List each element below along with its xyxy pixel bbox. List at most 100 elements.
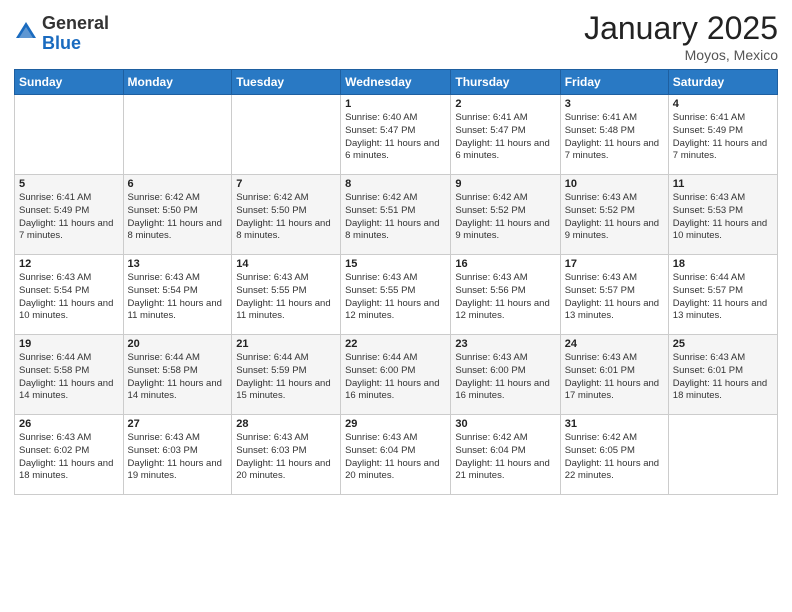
day-number: 10	[565, 178, 664, 190]
day-number: 14	[236, 258, 336, 270]
calendar-cell	[15, 95, 124, 175]
day-info: Sunrise: 6:44 AM Sunset: 6:00 PM Dayligh…	[345, 352, 446, 403]
day-number: 19	[19, 338, 119, 350]
calendar-cell: 15 Sunrise: 6:43 AM Sunset: 5:55 PM Dayli…	[341, 255, 451, 335]
calendar-cell: 6 Sunrise: 6:42 AM Sunset: 5:50 PM Daylig…	[123, 175, 232, 255]
day-number: 2	[455, 98, 555, 110]
page: General Blue January 2025 Moyos, Mexico …	[0, 0, 792, 612]
calendar-cell: 27 Sunrise: 6:43 AM Sunset: 6:03 PM Dayli…	[123, 415, 232, 495]
day-info: Sunrise: 6:43 AM Sunset: 5:54 PM Dayligh…	[128, 272, 228, 323]
day-info: Sunrise: 6:42 AM Sunset: 5:51 PM Dayligh…	[345, 192, 446, 243]
calendar-cell: 28Sunrise: 6:43 AM Sunset: 6:03 PM Dayli…	[232, 415, 341, 495]
day-info: Sunrise: 6:42 AM Sunset: 5:50 PM Dayligh…	[236, 192, 336, 243]
day-info: Sunrise: 6:43 AM Sunset: 6:01 PM Dayligh…	[565, 352, 664, 403]
calendar-cell: 5 Sunrise: 6:41 AM Sunset: 5:49 PM Daylig…	[15, 175, 124, 255]
day-number: 31	[565, 418, 664, 430]
calendar-cell: 21 Sunrise: 6:44 AM Sunset: 5:59 PM Dayli…	[232, 335, 341, 415]
day-number: 4	[673, 98, 773, 110]
month-title: January 2025	[584, 10, 778, 47]
col-header-sunday: Sunday	[15, 70, 124, 95]
day-info: Sunrise: 6:43 AM Sunset: 5:52 PM Dayligh…	[565, 192, 664, 243]
day-number: 30	[455, 418, 555, 430]
day-number: 5	[19, 178, 119, 190]
day-info: Sunrise: 6:43 AM Sunset: 5:55 PM Dayligh…	[345, 272, 446, 323]
day-info: Sunrise: 6:42 AM Sunset: 5:52 PM Dayligh…	[455, 192, 555, 243]
calendar-cell: 1Sunrise: 6:40 AM Sunset: 5:47 PM Daylig…	[341, 95, 451, 175]
calendar-cell: 24 Sunrise: 6:43 AM Sunset: 6:01 PM Dayli…	[560, 335, 668, 415]
day-number: 20	[128, 338, 228, 350]
day-info: Sunrise: 6:42 AM Sunset: 6:05 PM Dayligh…	[565, 432, 664, 483]
day-number: 6	[128, 178, 228, 190]
day-number: 15	[345, 258, 446, 270]
day-number: 23	[455, 338, 555, 350]
calendar-cell	[668, 415, 777, 495]
day-info: Sunrise: 6:43 AM Sunset: 5:56 PM Dayligh…	[455, 272, 555, 323]
day-info: Sunrise: 6:41 AM Sunset: 5:49 PM Dayligh…	[19, 192, 119, 243]
col-header-saturday: Saturday	[668, 70, 777, 95]
calendar-cell: 3Sunrise: 6:41 AM Sunset: 5:48 PM Daylig…	[560, 95, 668, 175]
location: Moyos, Mexico	[584, 47, 778, 63]
day-number: 13	[128, 258, 228, 270]
calendar-cell: 19 Sunrise: 6:44 AM Sunset: 5:58 PM Dayli…	[15, 335, 124, 415]
header: General Blue January 2025 Moyos, Mexico	[14, 10, 778, 63]
calendar-cell: 4Sunrise: 6:41 AM Sunset: 5:49 PM Daylig…	[668, 95, 777, 175]
day-info: Sunrise: 6:43 AM Sunset: 6:03 PM Dayligh…	[128, 432, 228, 483]
day-number: 28	[236, 418, 336, 430]
day-number: 12	[19, 258, 119, 270]
calendar-cell: 17 Sunrise: 6:43 AM Sunset: 5:57 PM Dayli…	[560, 255, 668, 335]
logo-blue-text: Blue	[42, 34, 109, 54]
calendar-cell	[123, 95, 232, 175]
day-number: 16	[455, 258, 555, 270]
day-number: 26	[19, 418, 119, 430]
calendar-cell: 12 Sunrise: 6:43 AM Sunset: 5:54 PM Dayli…	[15, 255, 124, 335]
logo-text: General Blue	[42, 14, 109, 54]
calendar-week-4: 26 Sunrise: 6:43 AM Sunset: 6:02 PM Dayli…	[15, 415, 778, 495]
col-header-wednesday: Wednesday	[341, 70, 451, 95]
day-info: Sunrise: 6:41 AM Sunset: 5:47 PM Dayligh…	[455, 112, 555, 163]
calendar-cell: 30 Sunrise: 6:42 AM Sunset: 6:04 PM Dayli…	[451, 415, 560, 495]
day-number: 7	[236, 178, 336, 190]
day-number: 11	[673, 178, 773, 190]
day-info: Sunrise: 6:44 AM Sunset: 5:58 PM Dayligh…	[128, 352, 228, 403]
day-info: Sunrise: 6:40 AM Sunset: 5:47 PM Dayligh…	[345, 112, 446, 163]
col-header-thursday: Thursday	[451, 70, 560, 95]
day-number: 8	[345, 178, 446, 190]
calendar-week-1: 5 Sunrise: 6:41 AM Sunset: 5:49 PM Daylig…	[15, 175, 778, 255]
calendar-cell: 16 Sunrise: 6:43 AM Sunset: 5:56 PM Dayli…	[451, 255, 560, 335]
calendar-cell: 8 Sunrise: 6:42 AM Sunset: 5:51 PM Daylig…	[341, 175, 451, 255]
day-info: Sunrise: 6:43 AM Sunset: 6:02 PM Dayligh…	[19, 432, 119, 483]
calendar-cell: 9Sunrise: 6:42 AM Sunset: 5:52 PM Daylig…	[451, 175, 560, 255]
day-number: 25	[673, 338, 773, 350]
logo-general-text: General	[42, 14, 109, 34]
day-number: 22	[345, 338, 446, 350]
col-header-monday: Monday	[123, 70, 232, 95]
logo-icon	[14, 20, 38, 44]
day-info: Sunrise: 6:43 AM Sunset: 6:01 PM Dayligh…	[673, 352, 773, 403]
col-header-tuesday: Tuesday	[232, 70, 341, 95]
calendar-cell: 10 Sunrise: 6:43 AM Sunset: 5:52 PM Dayli…	[560, 175, 668, 255]
day-number: 21	[236, 338, 336, 350]
day-number: 17	[565, 258, 664, 270]
day-info: Sunrise: 6:44 AM Sunset: 5:58 PM Dayligh…	[19, 352, 119, 403]
calendar-cell: 29Sunrise: 6:43 AM Sunset: 6:04 PM Dayli…	[341, 415, 451, 495]
calendar-cell: 31 Sunrise: 6:42 AM Sunset: 6:05 PM Dayli…	[560, 415, 668, 495]
title-block: January 2025 Moyos, Mexico	[584, 10, 778, 63]
calendar-header-row: SundayMondayTuesdayWednesdayThursdayFrid…	[15, 70, 778, 95]
day-info: Sunrise: 6:42 AM Sunset: 6:04 PM Dayligh…	[455, 432, 555, 483]
calendar-cell: 22 Sunrise: 6:44 AM Sunset: 6:00 PM Dayli…	[341, 335, 451, 415]
day-info: Sunrise: 6:42 AM Sunset: 5:50 PM Dayligh…	[128, 192, 228, 243]
day-number: 3	[565, 98, 664, 110]
calendar-cell: 23Sunrise: 6:43 AM Sunset: 6:00 PM Dayli…	[451, 335, 560, 415]
day-info: Sunrise: 6:43 AM Sunset: 5:57 PM Dayligh…	[565, 272, 664, 323]
day-info: Sunrise: 6:44 AM Sunset: 5:57 PM Dayligh…	[673, 272, 773, 323]
calendar-cell: 26 Sunrise: 6:43 AM Sunset: 6:02 PM Dayli…	[15, 415, 124, 495]
calendar-cell: 18Sunrise: 6:44 AM Sunset: 5:57 PM Dayli…	[668, 255, 777, 335]
calendar-cell: 7 Sunrise: 6:42 AM Sunset: 5:50 PM Daylig…	[232, 175, 341, 255]
calendar-cell: 25 Sunrise: 6:43 AM Sunset: 6:01 PM Dayli…	[668, 335, 777, 415]
calendar-week-3: 19 Sunrise: 6:44 AM Sunset: 5:58 PM Dayli…	[15, 335, 778, 415]
day-info: Sunrise: 6:44 AM Sunset: 5:59 PM Dayligh…	[236, 352, 336, 403]
day-number: 29	[345, 418, 446, 430]
day-info: Sunrise: 6:43 AM Sunset: 5:54 PM Dayligh…	[19, 272, 119, 323]
day-number: 24	[565, 338, 664, 350]
day-number: 27	[128, 418, 228, 430]
